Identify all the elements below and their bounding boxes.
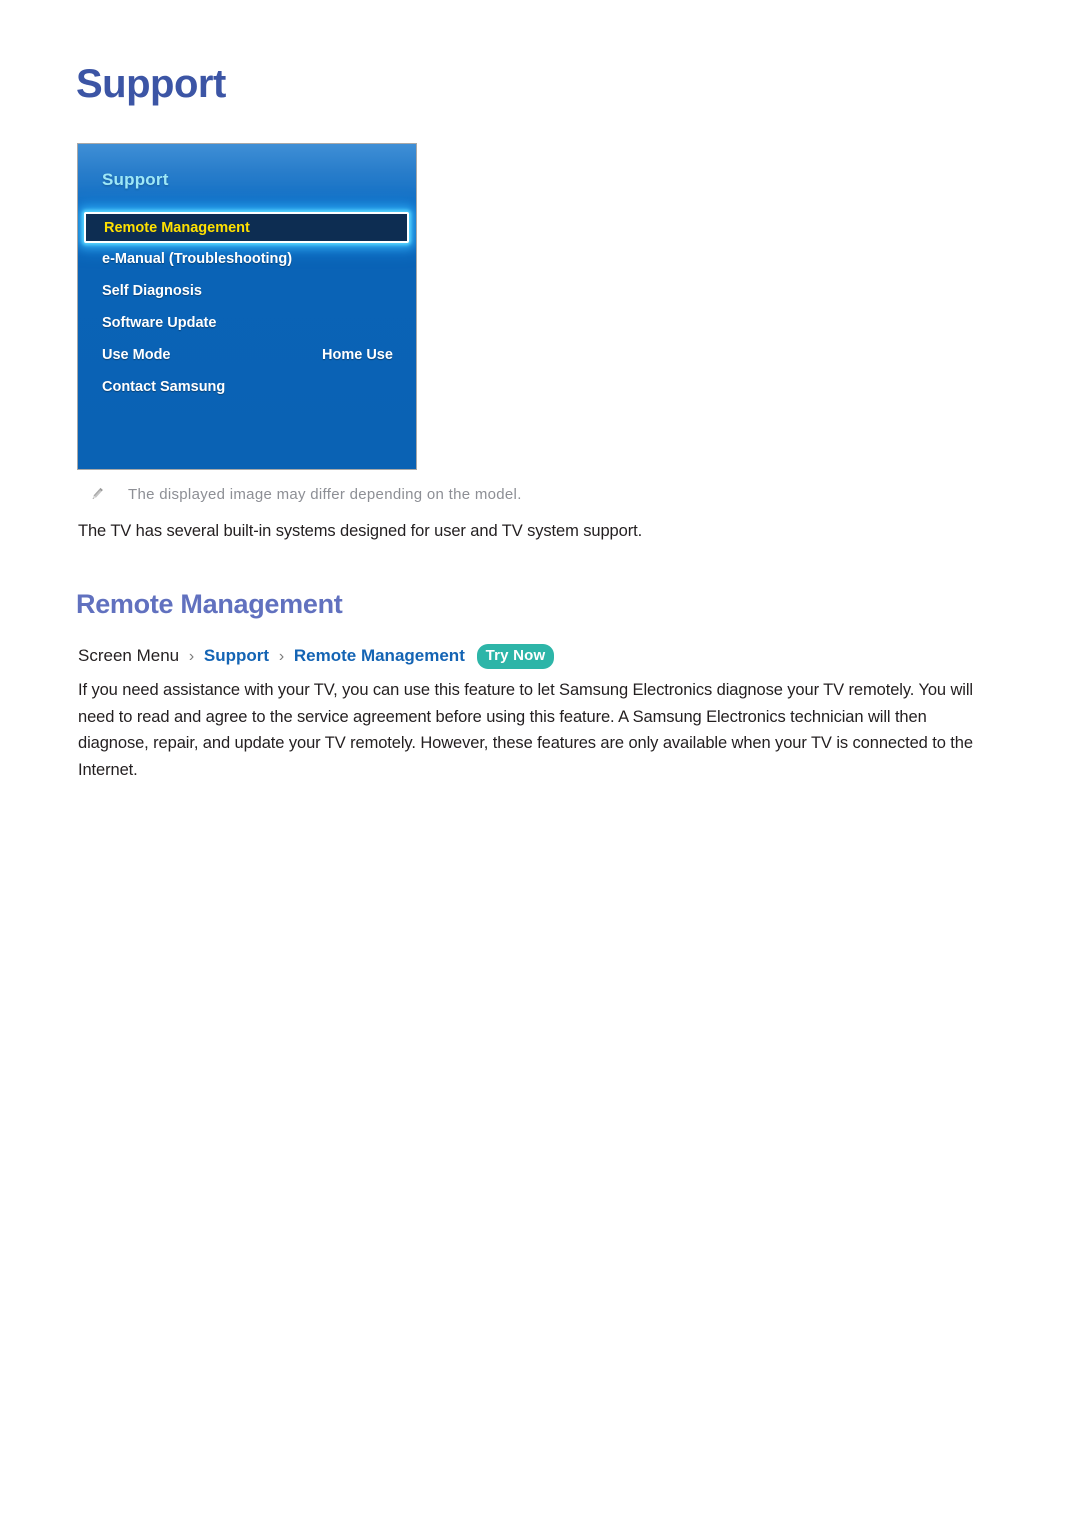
pencil-icon [92, 487, 103, 499]
tv-menu-item-e-manual[interactable]: e-Manual (Troubleshooting) [78, 243, 416, 275]
tv-menu-item-contact-samsung[interactable]: Contact Samsung [78, 371, 416, 403]
tv-menu-item-label: Remote Management [104, 220, 250, 236]
section-heading: Remote Management [76, 589, 343, 619]
tv-menu-item-label: e-Manual (Troubleshooting) [102, 251, 293, 267]
tv-menu-item-label: Contact Samsung [102, 379, 226, 395]
breadcrumb: Screen Menu › Support › Remote Managemen… [78, 644, 555, 669]
document-page: Support Support Remote Management e-Manu… [0, 0, 1080, 1527]
page-title: Support [76, 62, 226, 106]
tv-menu-item-use-mode[interactable]: Use Mode Home Use [78, 339, 416, 371]
tv-menu-list: Remote Management e-Manual (Troubleshoot… [78, 212, 416, 403]
tv-menu-item-software-update[interactable]: Software Update [78, 307, 416, 339]
intro-text: The TV has several built-in systems desi… [78, 522, 643, 540]
try-now-badge[interactable]: Try Now [476, 644, 555, 669]
breadcrumb-link-support[interactable]: Support [204, 646, 269, 665]
breadcrumb-separator-icon: › [278, 648, 285, 665]
body-paragraph: If you need assistance with your TV, you… [78, 681, 973, 779]
tv-menu-item-label: Use Mode [102, 347, 171, 363]
tv-menu-screenshot: Support Remote Management e-Manual (Trou… [77, 143, 417, 470]
breadcrumb-link-remote-management[interactable]: Remote Management [294, 646, 465, 665]
note-text: The displayed image may differ depending… [128, 485, 522, 503]
tv-menu-item-remote-management[interactable]: Remote Management [84, 212, 409, 243]
tv-menu-item-value-use-mode: Home Use [322, 347, 393, 363]
note-row: The displayed image may differ depending… [88, 485, 522, 503]
tv-panel-inner: Support Remote Management e-Manual (Trou… [78, 144, 416, 469]
tv-menu-item-label: Self Diagnosis [102, 283, 202, 299]
tv-panel-header-title: Support [102, 170, 169, 189]
breadcrumb-root: Screen Menu [78, 646, 180, 665]
tv-menu-item-self-diagnosis[interactable]: Self Diagnosis [78, 275, 416, 307]
tv-menu-item-label: Software Update [102, 315, 217, 331]
breadcrumb-separator-icon: › [188, 648, 195, 665]
